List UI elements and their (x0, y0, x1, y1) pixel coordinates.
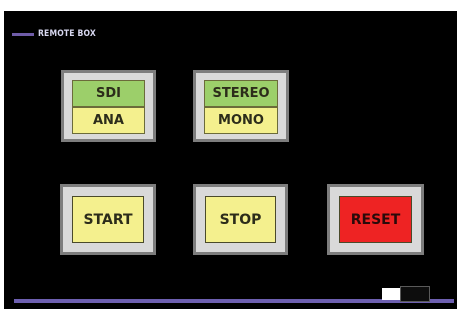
sdi-option-button[interactable]: SDI (72, 80, 145, 107)
ana-option-button[interactable]: ANA (72, 107, 145, 134)
start-button-frame: START (60, 184, 156, 255)
stop-button[interactable]: STOP (205, 196, 276, 243)
scroll-thumb-light (382, 288, 400, 300)
reset-button-frame: RESET (327, 184, 424, 255)
reset-button[interactable]: RESET (339, 196, 412, 243)
remote-box-panel (4, 11, 457, 309)
panel-header: REMOTE BOX (12, 29, 106, 39)
mono-option-button[interactable]: MONO (204, 107, 278, 134)
stereo-option-button[interactable]: STEREO (204, 80, 278, 107)
input-toggle-group: SDI ANA (61, 70, 156, 142)
panel-title: REMOTE BOX (38, 29, 96, 39)
scroll-thumb-icon[interactable] (382, 286, 430, 304)
scroll-thumb-dark (400, 286, 430, 302)
stop-button-frame: STOP (193, 184, 288, 255)
audio-toggle-group: STEREO MONO (193, 70, 289, 142)
line-marker-icon (12, 32, 34, 36)
start-button[interactable]: START (72, 196, 144, 243)
